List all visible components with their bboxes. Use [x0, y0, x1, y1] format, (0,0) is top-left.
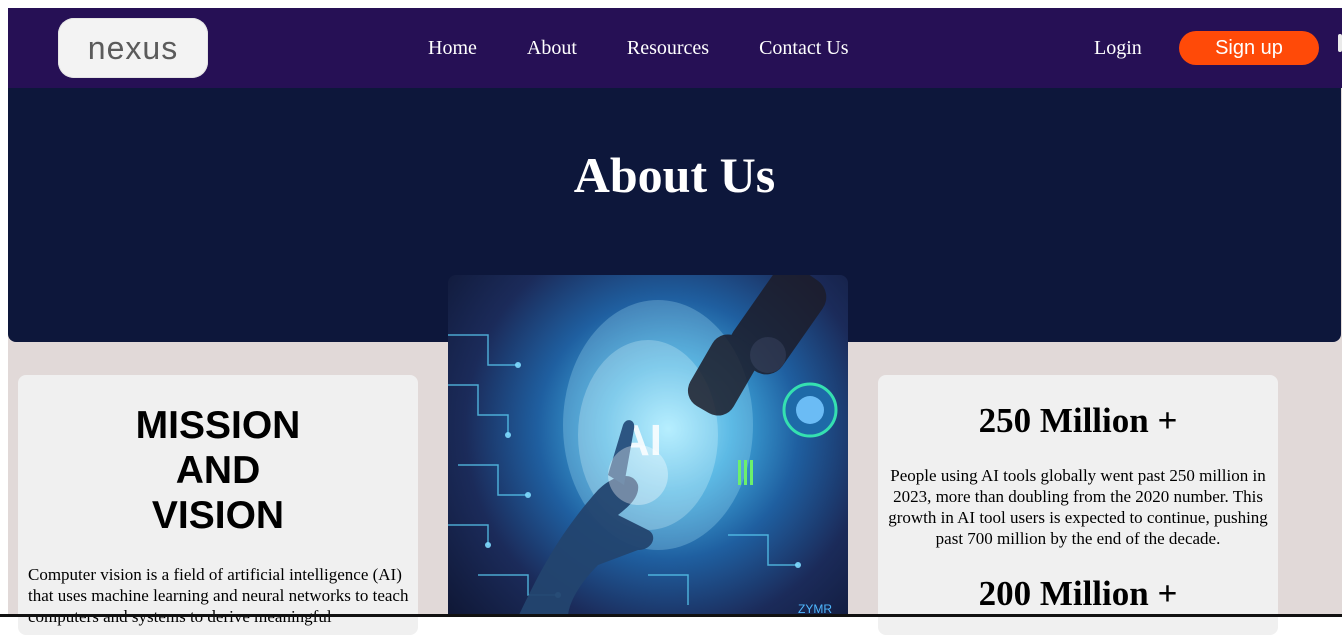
page-title: About Us	[573, 147, 776, 203]
logo-text: nexus	[87, 29, 179, 66]
mission-title-line-1: MISSION	[135, 404, 301, 447]
nav-link-home[interactable]: Home	[428, 36, 477, 60]
mission-text: Computer vision is a field of artificial…	[28, 565, 409, 626]
mission-title: MISSION AND VISION	[18, 403, 418, 538]
ai-robot-hand-image: AI ZYMR	[448, 275, 848, 617]
stats-card: 250 Million + People using AI tools glob…	[878, 375, 1278, 635]
login-link[interactable]: Login	[1094, 36, 1142, 60]
signup-button[interactable]: Sign up	[1179, 31, 1319, 65]
scrollbar-edge[interactable]	[1338, 34, 1342, 52]
logo[interactable]: nexus	[58, 18, 208, 78]
mission-title-line-3: VISION	[151, 494, 285, 537]
nav-links: Home About Resources Contact Us	[428, 36, 899, 60]
mission-card: MISSION AND VISION Computer vision is a …	[18, 375, 418, 635]
stat-value-second: 200 Million +	[978, 574, 1178, 613]
stat-text-users: People using AI tools globally went past…	[888, 466, 1268, 548]
nav-link-contact[interactable]: Contact Us	[759, 36, 848, 60]
nav-link-about[interactable]: About	[527, 36, 577, 60]
ai-illustration: AI ZYMR	[448, 275, 838, 617]
stat-value-users: 250 Million +	[978, 401, 1178, 440]
mission-title-line-2: AND	[175, 449, 261, 492]
nav-link-resources[interactable]: Resources	[627, 36, 709, 60]
navbar: nexus Home About Resources Contact Us Lo…	[8, 8, 1342, 88]
